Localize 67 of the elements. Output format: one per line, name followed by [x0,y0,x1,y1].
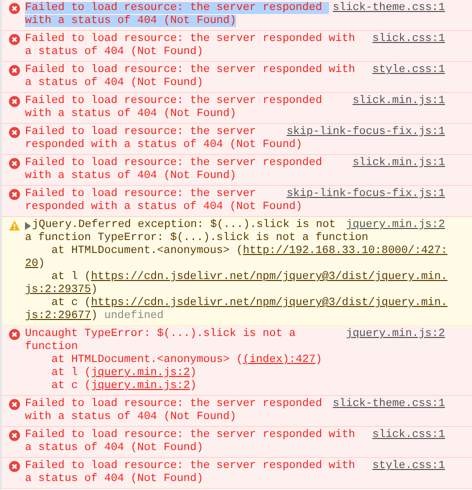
message-text: at c (https://cdn.jsdelivr.net/npm/jquery@3/dist/jquery.min. [50,297,448,310]
stack-link[interactable]: https://cdn.jsdelivr.net/npm/jquery@3/dist/jquery.min. [91,297,448,309]
stack-link[interactable]: (index):427 [242,354,316,366]
error-icon [9,3,20,14]
message-text: responded with a status of 404 (Not Found) [25,201,302,214]
message-text: a function TypeError: $(...).slick is not a function [25,232,368,245]
message-text: Failed to load resource: the server responded [25,2,329,15]
warning-icon [9,220,20,231]
source-link[interactable]: jquery.min.js:2 [346,328,445,341]
message-text: js:2:29677) undefined [25,310,164,323]
source-link[interactable]: style.css:1 [372,460,445,473]
error-icon [9,399,20,410]
source-link[interactable]: slick.css:1 [372,429,445,442]
stack-link[interactable]: https://cdn.jsdelivr.net/npm/jquery@3/dist/jquery.min. [91,271,448,283]
message-text: with a status of 404 (Not Found) [25,108,236,121]
message-text: with a status of 404 (Not Found) [25,170,236,183]
error-icon [9,96,20,107]
source-link[interactable]: style.css:1 [372,64,445,77]
error-icon [9,329,20,340]
message-text: a status of 404 (Not Found) [25,46,204,59]
stack-link[interactable]: jquery.min.js:2 [91,367,190,379]
message-text: Failed to load resource: the server [25,188,256,201]
error-icon [9,189,20,200]
message-text: with a status of 404 (Not Found) [25,411,236,424]
message-text: Failed to load resource: the server responded with [25,33,356,46]
source-link[interactable]: slick.min.js:1 [352,157,445,170]
message-text: a status of 404 (Not Found) [25,442,204,455]
error-icon [9,127,20,138]
message-text: function [25,341,78,354]
source-link[interactable]: skip-link-focus-fix.js:1 [286,126,445,139]
source-link[interactable]: slick.css:1 [372,33,445,46]
source-link[interactable]: slick-theme.css:1 [332,2,445,15]
message-text: at HTMLDocument.<anonymous> (http://192.168.33.10:8000/:427: [50,245,448,258]
disclosure-triangle-icon[interactable] [25,222,31,230]
message-text: Failed to load resource: the server responded [25,157,322,170]
source-link[interactable]: slick.min.js:1 [352,95,445,108]
error-icon [9,34,20,45]
message-text: Failed to load resource: the server responded with [25,460,356,473]
message-text: Failed to load resource: the server [25,126,256,139]
stack-link[interactable]: http://192.168.33.10:8000/:427: [242,245,448,257]
error-icon [9,461,20,472]
message-text: responded with a status of 404 (Not Found) [25,139,302,152]
stack-link[interactable]: js:2:29375 [25,284,92,296]
message-text: at l (https://cdn.jsdelivr.net/npm/jquery@3/dist/jquery.min. [50,271,448,284]
message-text: at c (jquery.min.js:2) [50,380,197,393]
stack-link[interactable]: jquery.min.js:2 [91,380,190,392]
message-text: with a status of 404 (Not Found) [25,15,236,28]
message-text: Uncaught TypeError: $(...).slick is not a [25,328,296,341]
message-text: Failed to load resource: the server responded with [25,64,356,77]
message-text: at HTMLDocument.<anonymous> ((index):427) [50,354,322,367]
message-text: a status of 404 (Not Found) [25,473,204,486]
message-text: js:2:29375) [25,284,98,297]
source-link[interactable]: slick-theme.css:1 [332,398,445,411]
message-text: Failed to load resource: the server responded [25,398,322,411]
message-text: Failed to load resource: the server responded with [25,429,356,442]
error-icon [9,65,20,76]
stack-link[interactable]: js:2:29677 [25,310,92,322]
error-icon [9,158,20,169]
message-text: at l (jquery.min.js:2) [50,367,197,380]
stack-link[interactable]: 20 [25,258,38,270]
message-text: a status of 404 (Not Found) [25,77,204,90]
source-link[interactable]: jquery.min.js:2 [346,219,445,232]
message-text: jQuery.Deferred exception: $(...).slick is not [32,219,336,232]
message-text: 20) [25,258,45,271]
error-icon [9,430,20,441]
message-text: Failed to load resource: the server responded [25,95,322,108]
source-link[interactable]: skip-link-focus-fix.js:1 [286,188,445,201]
